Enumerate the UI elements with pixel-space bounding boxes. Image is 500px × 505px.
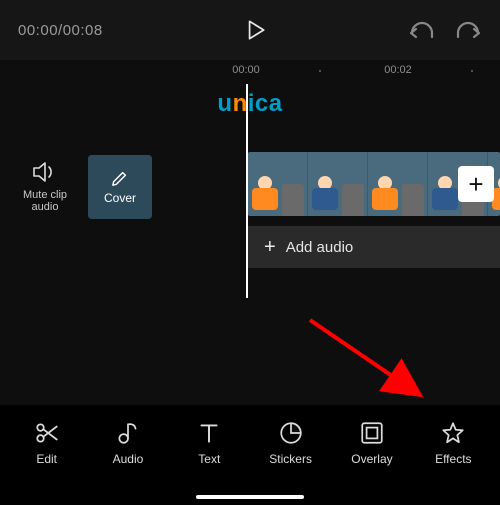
scissors-icon — [34, 420, 60, 446]
play-icon — [242, 17, 268, 43]
tool-effects[interactable]: Effects — [418, 420, 488, 466]
ruler-mark: 00:02 — [384, 64, 412, 76]
cover-label: Cover — [104, 191, 136, 205]
tool-label: Audio — [113, 452, 144, 466]
tool-label: Effects — [435, 452, 471, 466]
playhead[interactable] — [246, 84, 248, 298]
timeline: Mute clip audio Cover + + Add audio — [0, 152, 500, 242]
tool-edit[interactable]: Edit — [12, 420, 82, 466]
add-audio-button[interactable]: + Add audio — [248, 226, 500, 268]
overlay-icon — [359, 420, 385, 446]
home-indicator — [196, 495, 304, 499]
tool-text[interactable]: Text — [174, 420, 244, 466]
redo-button[interactable] — [454, 19, 482, 41]
video-frame — [368, 152, 428, 216]
tool-stickers[interactable]: Stickers — [256, 420, 326, 466]
mute-label: Mute clip audio — [23, 189, 67, 213]
music-note-icon — [115, 420, 141, 446]
pencil-icon — [111, 169, 129, 187]
cover-button[interactable]: Cover — [88, 155, 152, 219]
video-frame — [308, 152, 368, 216]
watermark-logo: unica — [217, 90, 282, 118]
play-button[interactable] — [242, 17, 268, 43]
sticker-icon — [278, 420, 304, 446]
tool-label: Edit — [36, 452, 57, 466]
video-track[interactable]: + — [248, 152, 500, 216]
speaker-mute-icon — [32, 161, 58, 183]
tool-label: Stickers — [269, 452, 312, 466]
plus-icon: + — [468, 169, 483, 200]
ruler-tick — [471, 70, 473, 72]
video-frame — [248, 152, 308, 216]
mute-clip-button[interactable]: Mute clip audio — [10, 161, 80, 213]
time-indicator: 00:00/00:08 — [18, 22, 103, 39]
plus-icon: + — [264, 236, 276, 259]
tool-overlay[interactable]: Overlay — [337, 420, 407, 466]
tool-audio[interactable]: Audio — [93, 420, 163, 466]
redo-icon — [454, 19, 482, 41]
undo-icon — [408, 19, 436, 41]
history-controls — [408, 19, 482, 41]
player-top-bar: 00:00/00:08 — [0, 0, 500, 60]
text-icon — [196, 420, 222, 446]
add-clip-button[interactable]: + — [458, 166, 494, 202]
tool-label: Overlay — [351, 452, 392, 466]
undo-button[interactable] — [408, 19, 436, 41]
star-icon — [440, 420, 466, 446]
bottom-toolbar: Edit Audio Text Stickers — [0, 405, 500, 505]
tool-label: Text — [198, 452, 220, 466]
add-audio-label: Add audio — [286, 239, 354, 256]
ruler-tick — [319, 70, 321, 72]
timeline-ruler: 00:00 00:02 — [0, 60, 500, 82]
ruler-mark: 00:00 — [232, 64, 260, 76]
